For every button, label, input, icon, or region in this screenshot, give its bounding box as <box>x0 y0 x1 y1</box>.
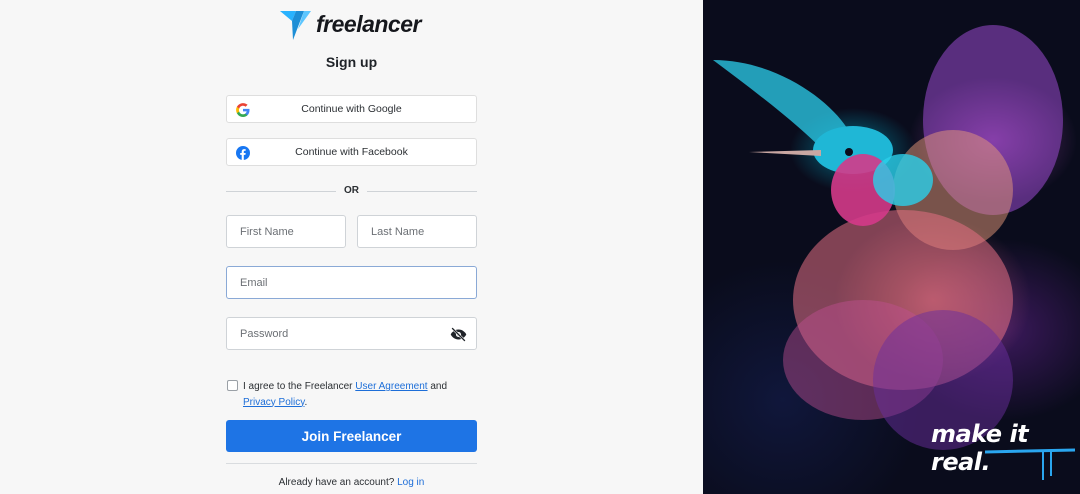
agree-period: . <box>304 396 308 408</box>
privacy-policy-link[interactable]: Privacy Policy <box>243 397 305 408</box>
join-freelancer-button[interactable]: Join Freelancer <box>226 420 477 452</box>
divider-line-right <box>367 191 477 192</box>
or-divider: OR <box>226 184 477 198</box>
agreement-text: I agree to the Freelancer User Agreement… <box>243 379 473 410</box>
password-field[interactable]: Password <box>226 317 477 350</box>
agree-checkbox[interactable] <box>227 380 238 391</box>
first-name-field[interactable]: First Name <box>226 215 346 248</box>
agree-prefix: I agree to the Freelancer <box>243 381 356 392</box>
email-placeholder: Email <box>240 276 268 289</box>
facebook-button-label: Continue with Facebook <box>295 146 408 158</box>
last-name-placeholder: Last Name <box>371 225 425 238</box>
login-link[interactable]: Log in <box>397 477 424 488</box>
freelancer-bird-logo-icon <box>280 11 311 40</box>
google-button-label: Continue with Google <box>301 103 402 115</box>
have-account-text: Already have an account? <box>278 477 398 488</box>
agree-and: and <box>427 381 448 392</box>
page-title: Sign up <box>325 54 378 70</box>
password-placeholder: Password <box>240 327 289 340</box>
facebook-icon <box>236 146 250 160</box>
continue-with-facebook-button[interactable]: Continue with Facebook <box>226 138 477 166</box>
freelancer-logo[interactable]: freelancer <box>280 6 421 42</box>
join-button-label: Join Freelancer <box>301 428 402 444</box>
last-name-field[interactable]: Last Name <box>357 215 477 248</box>
login-prompt: Already have an account? Log in <box>226 477 477 488</box>
email-field[interactable]: Email <box>226 266 477 299</box>
first-name-placeholder: First Name <box>240 225 294 238</box>
hero-image: make it real. <box>703 0 1080 494</box>
slogan-underline-icon <box>985 448 1075 480</box>
signup-panel: freelancer Sign up Continue with Google … <box>0 0 703 494</box>
continue-with-google-button[interactable]: Continue with Google <box>226 95 477 123</box>
brand-name: freelancer <box>316 10 421 37</box>
bottom-divider <box>226 463 477 464</box>
user-agreement-link[interactable]: User Agreement <box>355 381 427 392</box>
eye-off-icon[interactable] <box>450 326 467 343</box>
google-icon <box>236 103 250 117</box>
